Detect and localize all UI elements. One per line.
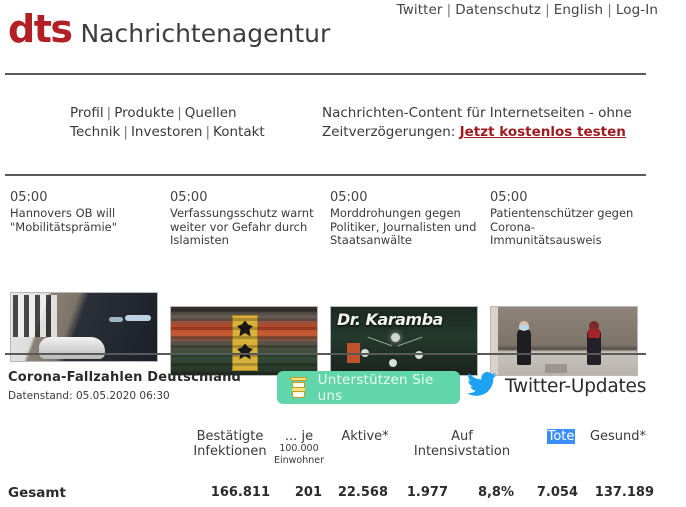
news-item[interactable]: 05:00 Patientenschützer gegen Corona-Imm… xyxy=(490,190,640,376)
cell-gesund: 137.189 xyxy=(594,485,654,500)
nav-link-quellen[interactable]: Quellen xyxy=(185,105,237,121)
divider-top xyxy=(5,73,646,75)
news-headline[interactable]: Morddrohungen gegen Politiker, Journalis… xyxy=(330,206,480,248)
news-time: 05:00 xyxy=(330,190,368,205)
twitter-updates-label: Twitter-Updates xyxy=(505,376,647,397)
nav-link-kontakt[interactable]: Kontakt xyxy=(213,124,265,140)
site-masthead[interactable]: dts Nachrichtenagentur xyxy=(8,10,330,48)
topnav-separator: | xyxy=(607,2,612,18)
thumbnail-detail xyxy=(109,317,123,322)
news-time: 05:00 xyxy=(490,190,528,205)
promo-line-2: Zeitverzögerungen: Jetzt kostenlos teste… xyxy=(322,123,632,142)
news-thumbnail[interactable] xyxy=(490,305,638,376)
news-time: 05:00 xyxy=(170,190,208,205)
topnav-separator: | xyxy=(446,2,452,18)
cell-auf-intensivstation: 1.977 xyxy=(406,485,448,500)
cell-tote: 7.054 xyxy=(536,485,578,500)
column-header-line-2: Intensivstation xyxy=(413,444,511,459)
thumbnail-detail xyxy=(125,315,151,321)
news-headline[interactable]: Verfassungsschutz warnt weiter vor Gefah… xyxy=(170,206,320,248)
coffee-cup-band xyxy=(292,386,305,392)
secondary-nav-row-2: Technik | Investoren | Kontakt xyxy=(70,123,265,142)
news-item[interactable]: 05:00 Morddrohungen gegen Politiker, Jou… xyxy=(330,190,480,376)
column-header-auf-intensivstation: Auf Intensivstation xyxy=(400,429,524,459)
column-header-aktive: Aktive* xyxy=(330,429,400,444)
corona-section-header: Corona-Fallzahlen Deutschland Datenstand… xyxy=(8,370,241,402)
news-thumbnail[interactable] xyxy=(170,305,318,376)
topnav-link-twitter[interactable]: Twitter xyxy=(397,2,443,18)
nav-link-investoren[interactable]: Investoren xyxy=(131,124,203,140)
thumbnail-person xyxy=(517,328,531,365)
nav-separator: | xyxy=(205,124,211,140)
nav-link-produkte[interactable]: Produkte xyxy=(114,105,174,121)
site-wordmark: Nachrichtenagentur xyxy=(80,19,331,48)
promo-block: Nachrichten-Content für Internetseiten -… xyxy=(322,104,632,142)
news-thumbnail[interactable] xyxy=(10,292,158,362)
news-thumbnail[interactable]: Dr. Karamba xyxy=(330,305,478,376)
coffee-cup-lid xyxy=(290,376,307,381)
cell-je-100000-einwohner: 201 xyxy=(294,485,322,500)
cell-intensiv-anteil: 8,8% xyxy=(477,485,514,500)
column-header-tote: Tote xyxy=(540,429,582,444)
support-us-label: Unterstützen Sie uns xyxy=(317,371,434,404)
coffee-cup-icon xyxy=(290,376,307,399)
thumbnail-person-head xyxy=(588,320,600,338)
news-headline[interactable]: Hannovers OB will "Mobilitätsprämie" xyxy=(10,206,160,234)
nav-separator: | xyxy=(177,105,182,121)
news-headline[interactable]: Patientenschützer gegen Corona-Immunität… xyxy=(490,206,640,248)
corona-title: Corona-Fallzahlen Deutschland xyxy=(8,370,242,385)
nav-link-profil[interactable]: Profil xyxy=(70,105,104,121)
secondary-nav-row-1: Profil | Produkte | Quellen xyxy=(70,104,265,123)
divider-corona xyxy=(5,353,646,355)
thumbnail-detail xyxy=(397,336,423,346)
twitter-updates-link[interactable]: Twitter-Updates xyxy=(467,372,646,401)
dts-logo[interactable]: dts xyxy=(8,10,73,48)
news-item[interactable]: 05:00 Hannovers OB will "Mobilitätsprämi… xyxy=(10,190,160,362)
thumbnail-sign-text: Dr. Karamba xyxy=(337,309,443,329)
thumbnail-person-head xyxy=(519,320,529,331)
thumbnail-detail xyxy=(171,306,317,375)
nav-link-technik[interactable]: Technik xyxy=(70,124,120,140)
column-header-line-1: Auf xyxy=(451,429,473,444)
nav-separator: | xyxy=(106,105,112,121)
thumbnail-detail xyxy=(389,358,397,367)
column-header-line-1: Gesund* xyxy=(589,429,647,444)
topnav-link-login[interactable]: Log-In xyxy=(616,2,658,18)
promo-cta-link[interactable]: Jetzt kostenlos testen xyxy=(460,124,626,140)
news-time: 05:00 xyxy=(10,190,48,205)
top-navigation: Twitter | Datenschutz | English | Log-In xyxy=(397,2,658,18)
topnav-link-datenschutz[interactable]: Datenschutz xyxy=(455,2,541,18)
promo-line-2-prefix: Zeitverzögerungen: xyxy=(322,124,456,140)
topnav-separator: | xyxy=(545,2,550,18)
cell-aktive: 22.568 xyxy=(337,485,388,500)
column-header-line-3: Einwohner xyxy=(273,455,325,466)
row-label-gesamt: Gesamt xyxy=(8,485,66,501)
column-header-line-1: Aktive* xyxy=(341,429,389,444)
column-header-line-2: 100.000 xyxy=(279,443,319,454)
column-header-gesund: Gesund* xyxy=(582,429,654,444)
topnav-link-english[interactable]: English xyxy=(554,2,603,18)
column-header-tote-label: Tote xyxy=(546,429,576,444)
thumbnail-detail xyxy=(491,306,498,375)
twitter-bird-icon xyxy=(467,372,497,401)
promo-line-1: Nachrichten-Content für Internetseiten -… xyxy=(322,105,632,121)
thumbnail-detail xyxy=(391,332,400,342)
divider-news xyxy=(5,174,646,176)
support-us-button[interactable]: Unterstützen Sie uns xyxy=(277,371,460,404)
news-item[interactable]: 05:00 Verfassungsschutz warnt weiter vor… xyxy=(170,190,320,376)
thumbnail-detail xyxy=(367,336,393,346)
nav-separator: | xyxy=(123,124,128,140)
cell-bestaetigte-infektionen: 166.811 xyxy=(210,485,270,500)
secondary-navigation: Profil | Produkte | Quellen Technik | Investor… xyxy=(70,104,265,142)
corona-data-timestamp: Datenstand: 05.05.2020 06:30 xyxy=(8,390,170,402)
